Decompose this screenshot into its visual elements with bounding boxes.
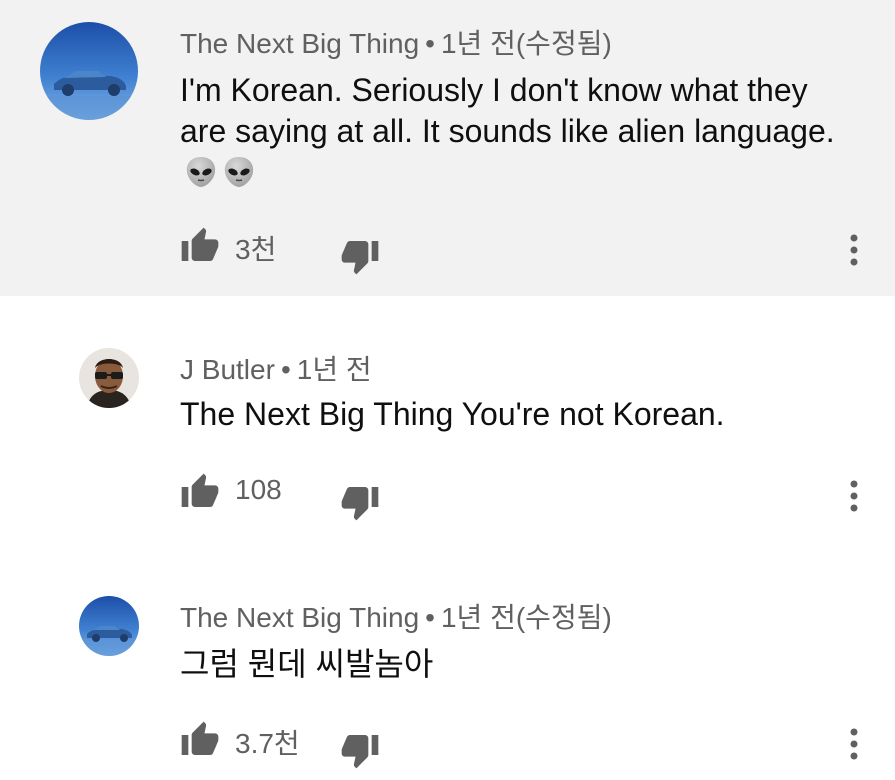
avatar[interactable] — [79, 596, 139, 656]
thumb-down-icon[interactable] — [340, 482, 380, 522]
comment-text: I'm Korean. Seriously I don't know what … — [180, 72, 835, 149]
more-vert-icon[interactable] — [842, 476, 866, 516]
author-name[interactable]: J Butler — [180, 354, 275, 385]
meta-separator: • — [425, 28, 435, 59]
more-vert-icon[interactable] — [842, 724, 866, 764]
comment-reply: The Next Big Thing • 1년 전(수정됨) 그럼 뭔데 씨발놈아 … — [0, 548, 895, 780]
alien-face-emoji — [222, 155, 256, 199]
thumb-down-icon[interactable] — [340, 730, 380, 770]
comment-reply: J Butler • 1년 전 The Next Big Thing You're … — [0, 296, 895, 548]
comment-text: The Next Big Thing You're not Korean. — [180, 396, 725, 432]
like-count: 108 — [235, 474, 282, 505]
comment-text: 그럼 뭔데 씨발놈아 — [180, 646, 434, 682]
thumb-down-icon[interactable] — [340, 236, 380, 276]
comment-time: 1년 전 — [296, 354, 372, 385]
alien-face-emoji — [184, 155, 218, 199]
like-count: 3.7천 — [235, 728, 300, 759]
comment-meta: The Next Big Thing • 1년 전(수정됨) — [180, 22, 612, 62]
comment-text-block: The Next Big Thing You're not Korean. — [180, 394, 860, 435]
comment-time: 1년 전(수정됨) — [440, 28, 612, 59]
comment-meta: The Next Big Thing • 1년 전(수정됨) — [180, 596, 612, 636]
comment-meta: J Butler • 1년 전 — [180, 348, 372, 388]
thumb-up-icon[interactable] — [180, 720, 220, 760]
comment-time: 1년 전(수정됨) — [440, 602, 612, 633]
author-name[interactable]: The Next Big Thing — [180, 28, 419, 59]
avatar[interactable] — [79, 348, 139, 408]
more-vert-icon[interactable] — [842, 230, 866, 270]
author-name[interactable]: The Next Big Thing — [180, 602, 419, 633]
avatar[interactable] — [40, 22, 138, 120]
like-count: 3천 — [235, 234, 277, 265]
comment-text-block: I'm Korean. Seriously I don't know what … — [180, 70, 860, 199]
meta-separator: • — [280, 354, 291, 385]
comment-highlighted: The Next Big Thing • 1년 전(수정됨) I'm Korean.… — [0, 0, 895, 296]
thumb-up-icon[interactable] — [180, 226, 220, 266]
comment-text-block: 그럼 뭔데 씨발놈아 — [180, 644, 860, 685]
thumb-up-icon[interactable] — [180, 472, 220, 512]
meta-separator: • — [425, 602, 435, 633]
